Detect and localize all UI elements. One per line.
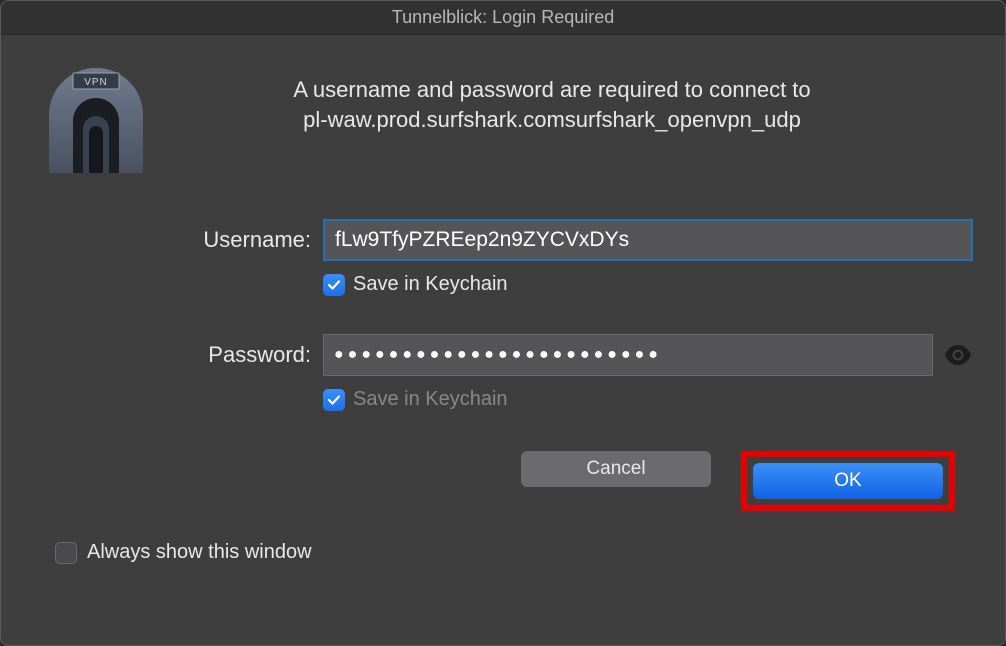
password-row: Password: ●●●●●●●●●●●●●●●●●●●●●●●●	[33, 334, 973, 376]
password-save-label: Save in Keychain	[353, 388, 508, 411]
dialog-content: VPN A username and password are required…	[1, 35, 1005, 584]
username-save-checkbox[interactable]	[323, 274, 345, 296]
message-text: A username and password are required to …	[171, 63, 973, 134]
username-row: Username:	[33, 219, 973, 261]
username-save-label: Save in Keychain	[353, 273, 508, 296]
eye-icon[interactable]	[943, 340, 973, 370]
message-line-2: pl-waw.prod.surfshark.comsurfshark_openv…	[171, 105, 933, 135]
password-save-row: Save in Keychain	[323, 388, 973, 411]
window-title: Tunnelblick: Login Required	[392, 7, 614, 28]
login-dialog: Tunnelblick: Login Required VPN	[0, 0, 1006, 646]
checkmark-icon	[326, 392, 342, 408]
username-input[interactable]	[323, 219, 973, 261]
button-row: Cancel OK	[33, 451, 973, 511]
username-label: Username:	[33, 227, 323, 253]
cancel-button[interactable]: Cancel	[521, 451, 711, 487]
message-line-1: A username and password are required to …	[171, 75, 933, 105]
always-show-row: Always show this window	[55, 541, 973, 564]
username-save-row: Save in Keychain	[323, 273, 973, 296]
password-mask: ●●●●●●●●●●●●●●●●●●●●●●●●	[324, 335, 662, 375]
password-save-checkbox[interactable]	[323, 389, 345, 411]
always-show-checkbox[interactable]	[55, 542, 77, 564]
checkmark-icon	[326, 277, 342, 293]
svg-text:VPN: VPN	[84, 77, 108, 88]
password-label: Password:	[33, 342, 323, 368]
titlebar: Tunnelblick: Login Required	[1, 1, 1005, 35]
header-row: VPN A username and password are required…	[33, 63, 973, 183]
ok-highlight-box: OK	[741, 451, 955, 511]
ok-button[interactable]: OK	[753, 463, 943, 499]
tunnelblick-vpn-icon: VPN	[41, 63, 151, 183]
password-input[interactable]: ●●●●●●●●●●●●●●●●●●●●●●●●	[323, 334, 933, 376]
always-show-label: Always show this window	[87, 541, 312, 564]
